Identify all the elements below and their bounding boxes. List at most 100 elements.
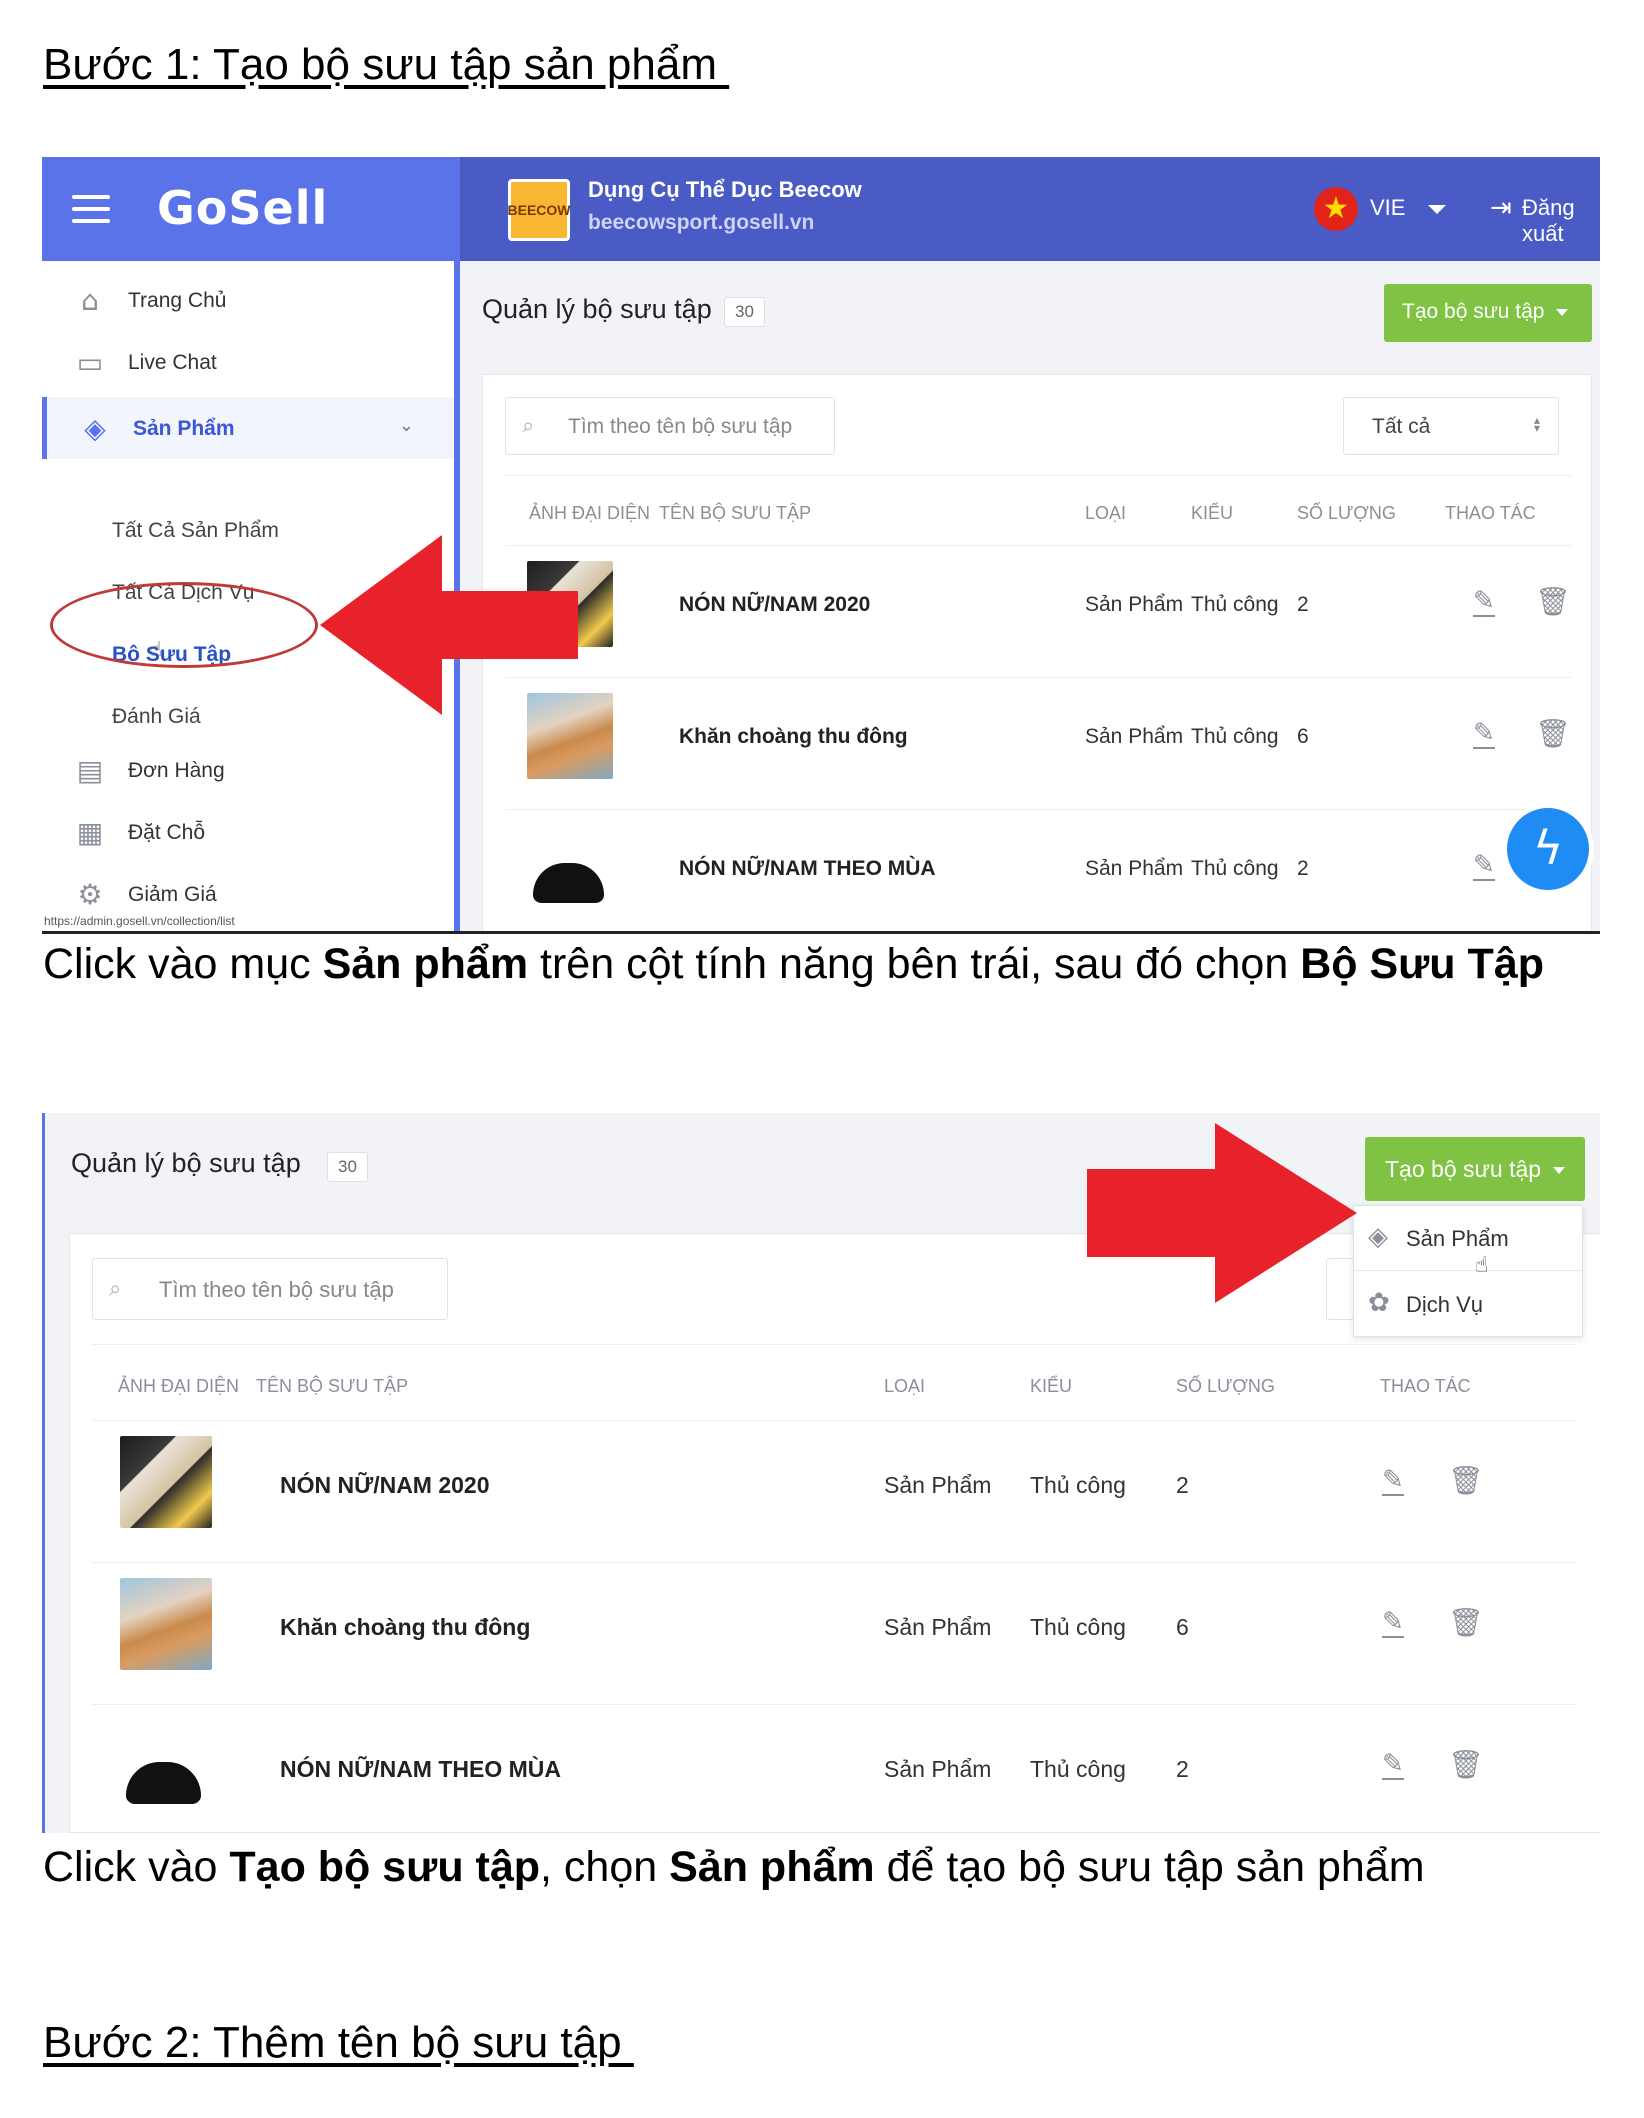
edit-icon[interactable]: ✎: [1382, 1750, 1404, 1780]
vietnam-flag-icon[interactable]: ★: [1314, 187, 1358, 231]
caption-step2: Click vào Tạo bộ sưu tập, chọn Sản phẩm …: [43, 1843, 1425, 1892]
logout-button[interactable]: Đăng xuất: [1522, 195, 1600, 247]
gosell-logo: GoSell: [157, 181, 329, 235]
screenshot-create-dropdown: Quản lý bộ sưu tập 30 Tạo bộ sưu tập ⌕ T…: [42, 1113, 1600, 1833]
collection-name[interactable]: NÓN NỮ/NAM THEO MÙA: [679, 857, 936, 881]
step2-heading: Bước 2: Thêm tên bộ sưu tập: [43, 2018, 634, 2067]
status-url: https://admin.gosell.vn/collection/list: [44, 914, 235, 928]
page-title: Quản lý bộ sưu tập: [482, 294, 712, 324]
trash-icon[interactable]: 🗑: [1448, 1748, 1484, 1781]
create-dropdown-menu: ◈ Sản Phẩm ✿ Dịch Vụ: [1353, 1205, 1583, 1337]
edit-icon[interactable]: ✎: [1473, 851, 1495, 881]
col-header-qty: SỐ LƯỢNG: [1176, 1376, 1275, 1396]
search-placeholder: Tìm theo tên bộ sưu tập: [159, 1277, 394, 1302]
chevron-down-icon: ⌄: [398, 415, 414, 436]
highlight-ellipse: [50, 582, 318, 668]
sidebar-sub-reviews[interactable]: Đánh Giá: [112, 705, 201, 729]
caret-down-icon: [1553, 1167, 1566, 1175]
pointer-hand-icon: ☝: [150, 637, 163, 661]
search-placeholder: Tìm theo tên bộ sưu tập: [568, 415, 793, 438]
topbar-brand: GoSell: [42, 157, 460, 261]
collection-kind: Thủ công: [1030, 1614, 1126, 1640]
divider: [92, 1344, 1576, 1345]
dropdown-item-services[interactable]: ✿ Dịch Vụ: [1354, 1272, 1582, 1336]
collection-thumbnail: [527, 825, 613, 911]
tag-icon: ◈: [84, 412, 106, 445]
search-input[interactable]: ⌕ Tìm theo tên bộ sưu tập: [92, 1258, 448, 1320]
page-title: Quản lý bộ sưu tập: [71, 1148, 301, 1178]
home-icon: ⌂: [81, 284, 99, 317]
sidebar-item-orders[interactable]: ▤ Đơn Hàng: [42, 739, 454, 801]
messenger-icon[interactable]: ϟ: [1502, 803, 1594, 895]
dropdown-item-products[interactable]: ◈ Sản Phẩm: [1354, 1206, 1582, 1270]
language-selector[interactable]: VIE: [1370, 195, 1405, 221]
collection-qty: 2: [1297, 593, 1309, 616]
edit-icon[interactable]: ✎: [1382, 1466, 1404, 1496]
sidebar-item-booking[interactable]: ▦ Đặt Chỗ: [42, 801, 454, 863]
sidebar-item-live-chat[interactable]: ▭ Live Chat: [42, 331, 454, 393]
col-header-image: ẢNH ĐẠI DIỆN: [529, 503, 651, 523]
sidebar-item-label: Sản Phẩm: [133, 417, 235, 440]
filter-select[interactable]: Tất cả ▴ ▾: [1343, 397, 1559, 455]
collection-thumbnail: [120, 1436, 212, 1528]
red-arrow-right: [1087, 1123, 1357, 1303]
collection-thumbnail: [120, 1578, 212, 1670]
sidebar-item-home[interactable]: ⌂ Trang Chủ: [42, 269, 454, 331]
create-collection-button[interactable]: Tạo bộ sưu tập: [1365, 1137, 1585, 1201]
discount-icon: ⚙: [77, 878, 103, 911]
divider: [92, 1562, 1576, 1563]
collection-kind: Thủ công: [1030, 1472, 1126, 1498]
step1-heading: Bước 1: Tạo bộ sưu tập sản phẩm: [43, 40, 730, 89]
create-collection-label: Tạo bộ sưu tập: [1385, 1156, 1542, 1182]
caption-text: Click vào: [43, 1843, 230, 1891]
trash-icon[interactable]: 🗑: [1535, 717, 1571, 750]
sidebar-item-label: Đặt Chỗ: [128, 821, 206, 844]
collection-kind: Thủ công: [1191, 857, 1279, 880]
col-header-kind: KIỂU: [1030, 1376, 1073, 1396]
search-input[interactable]: ⌕ Tìm theo tên bộ sưu tập: [505, 397, 835, 455]
sidebar-item-products[interactable]: ◈ Sản Phẩm ⌄: [42, 397, 454, 459]
pointer-hand-icon: ☝: [1475, 1253, 1489, 1278]
divider: [505, 545, 1571, 546]
collection-name[interactable]: Khăn choàng thu đông: [679, 725, 908, 749]
collection-name[interactable]: NÓN NỮ/NAM THEO MÙA: [280, 1756, 561, 1783]
trash-icon[interactable]: 🗑: [1535, 585, 1571, 618]
col-header-actions: THAO TÁC: [1380, 1376, 1471, 1396]
edit-icon[interactable]: ✎: [1473, 719, 1495, 749]
caption-text: để tạo bộ sưu tập sản phẩm: [874, 1843, 1425, 1891]
collection-panel: ⌕ Tìm theo tên bộ sưu tập Tất cả ▴ ▾ ẢNH …: [482, 374, 1592, 931]
sidebar-item-label: Đơn Hàng: [128, 759, 225, 782]
collection-name[interactable]: NÓN NỮ/NAM 2020: [280, 1472, 490, 1499]
dropdown-item-label: Sản Phẩm: [1406, 1226, 1509, 1251]
store-logo: BEECOW: [508, 179, 571, 241]
trash-icon[interactable]: 🗑: [1448, 1606, 1484, 1639]
collection-type: Sản Phẩm: [1085, 725, 1184, 748]
sidebar-item-label: Giảm Giá: [128, 883, 217, 906]
caption-text: Click vào mục: [43, 940, 323, 988]
caption-bold: Tạo bộ sưu tập: [229, 1843, 541, 1891]
collection-kind: Thủ công: [1030, 1756, 1126, 1782]
edit-icon[interactable]: ✎: [1382, 1608, 1404, 1638]
trash-icon[interactable]: 🗑: [1448, 1464, 1484, 1497]
caption-text: , chọn: [540, 1843, 670, 1891]
sidebar-sub-all-products[interactable]: Tất Cả Sản Phẩm: [112, 519, 279, 543]
logout-icon[interactable]: ⇥: [1490, 193, 1512, 223]
create-collection-button[interactable]: Tạo bộ sưu tập: [1384, 284, 1592, 342]
calendar-icon: ▦: [76, 816, 104, 849]
collection-type: Sản Phẩm: [884, 1472, 992, 1498]
menu-icon[interactable]: [72, 195, 110, 223]
collection-name[interactable]: Khăn choàng thu đông: [280, 1614, 530, 1641]
col-header-name: TÊN BỘ SƯU TẬP: [256, 1376, 409, 1396]
search-icon: ⌕: [109, 1276, 122, 1302]
caption-step1: Click vào mục Sản phẩm trên cột tính năn…: [43, 940, 1544, 989]
collection-qty: 6: [1297, 725, 1309, 748]
collection-type: Sản Phẩm: [1085, 857, 1184, 880]
chevron-down-icon[interactable]: [1428, 205, 1446, 214]
count-badge: 30: [327, 1152, 368, 1182]
divider: [92, 1420, 1576, 1421]
edit-icon[interactable]: ✎: [1473, 587, 1495, 617]
flower-icon: ✿: [1368, 1288, 1390, 1318]
divider: [92, 1704, 1576, 1705]
collection-name[interactable]: NÓN NỮ/NAM 2020: [679, 593, 870, 617]
col-header-image: ẢNH ĐẠI DIỆN: [118, 1376, 240, 1396]
